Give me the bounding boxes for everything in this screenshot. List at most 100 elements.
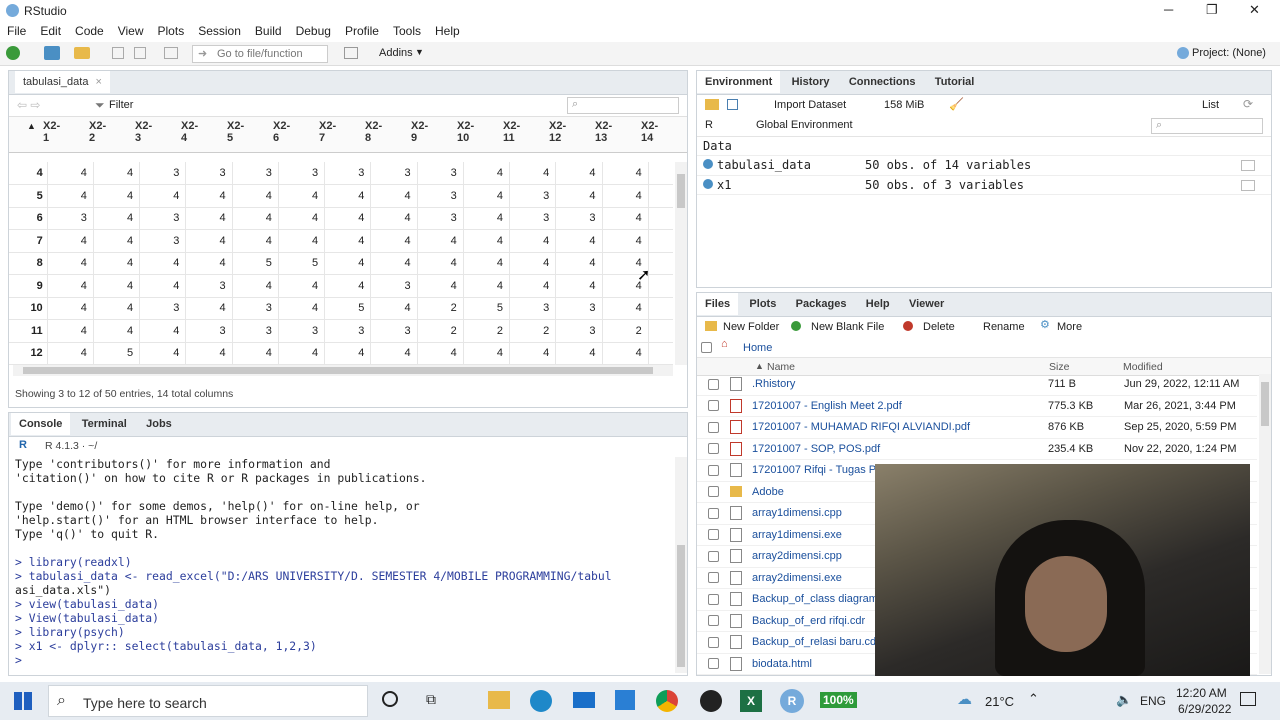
file-checkbox[interactable] bbox=[708, 593, 719, 605]
file-name[interactable]: 17201007 - SOP, POS.pdf bbox=[752, 443, 1048, 455]
table-cell[interactable]: 2 bbox=[602, 319, 649, 343]
table-cell[interactable]: 2 bbox=[463, 319, 511, 343]
table-cell[interactable]: 4 bbox=[139, 274, 187, 298]
menu-view[interactable]: View bbox=[111, 22, 151, 40]
table-cell[interactable]: 4 bbox=[648, 229, 673, 253]
battery-indicator[interactable]: 100% bbox=[820, 692, 857, 708]
table-cell[interactable]: 2 bbox=[509, 319, 557, 343]
table-cell[interactable]: 4 bbox=[93, 229, 141, 253]
file-checkbox[interactable] bbox=[708, 486, 719, 498]
table-cell[interactable]: 4 bbox=[278, 342, 326, 365]
file-checkbox[interactable] bbox=[708, 421, 719, 433]
table-cell[interactable]: 4 bbox=[555, 229, 603, 253]
table-cell[interactable]: 3 bbox=[139, 162, 187, 185]
table-cell[interactable]: 4 bbox=[185, 342, 233, 365]
table-cell[interactable]: 4 bbox=[232, 229, 279, 253]
table-cell[interactable]: 4 bbox=[278, 229, 326, 253]
filter-icon[interactable]: ⏷ bbox=[95, 98, 105, 113]
table-cell[interactable]: 3 bbox=[278, 319, 326, 343]
column-header[interactable]: X2- 6 bbox=[273, 120, 319, 144]
chevron-up-icon[interactable]: ⌃ bbox=[1028, 691, 1039, 707]
table-cell[interactable]: 3 bbox=[232, 297, 279, 320]
table-cell[interactable]: 3 bbox=[370, 274, 418, 298]
scrollbar-thumb[interactable] bbox=[1261, 382, 1269, 426]
table-cell[interactable]: 4 bbox=[232, 342, 279, 365]
table-cell[interactable]: 4 bbox=[47, 184, 94, 208]
table-cell[interactable]: 4 bbox=[370, 184, 418, 208]
table-view-icon[interactable] bbox=[1241, 160, 1255, 171]
table-view-icon[interactable] bbox=[1241, 180, 1255, 191]
table-cell[interactable]: 3 bbox=[555, 297, 603, 320]
table-cell[interactable]: 4 bbox=[93, 162, 141, 185]
tab-viewer[interactable]: Viewer bbox=[901, 293, 952, 315]
mail-icon[interactable] bbox=[573, 692, 595, 708]
notifications-icon[interactable] bbox=[1240, 692, 1256, 706]
table-cell[interactable]: 4 bbox=[555, 252, 603, 275]
new-blank-file-button[interactable]: New Blank File bbox=[811, 321, 884, 333]
table-cell[interactable]: 4 bbox=[370, 342, 418, 365]
table-cell[interactable]: 3 bbox=[648, 297, 673, 320]
file-checkbox[interactable] bbox=[708, 443, 719, 455]
table-cell[interactable]: 4 bbox=[463, 342, 511, 365]
weather-temperature[interactable]: 21°C bbox=[985, 694, 1014, 709]
table-cell[interactable]: 3 bbox=[139, 297, 187, 320]
table-cell[interactable]: 4 bbox=[139, 184, 187, 208]
table-cell[interactable]: 3 bbox=[417, 162, 464, 185]
file-checkbox[interactable] bbox=[708, 636, 719, 648]
table-cell[interactable]: 4 bbox=[185, 297, 233, 320]
table-cell[interactable]: 3 bbox=[509, 207, 557, 230]
expand-icon[interactable] bbox=[703, 179, 713, 189]
column-header[interactable]: X2- 9 bbox=[411, 120, 457, 144]
table-cell[interactable]: 3 bbox=[555, 319, 603, 343]
language-indicator[interactable]: ENG bbox=[1140, 694, 1166, 708]
rstudio-taskbar-icon[interactable]: R bbox=[780, 689, 804, 713]
table-cell[interactable]: 4 bbox=[93, 184, 141, 208]
table-cell[interactable]: 4 bbox=[185, 207, 233, 230]
table-cell[interactable]: 3 bbox=[417, 207, 464, 230]
minimize-button[interactable]: ─ bbox=[1164, 2, 1173, 17]
refresh-icon[interactable]: ⟳ bbox=[1243, 97, 1253, 111]
cortana-icon[interactable] bbox=[382, 691, 398, 707]
excel-icon[interactable]: X bbox=[740, 690, 762, 712]
console-scrollbar[interactable] bbox=[675, 457, 687, 673]
table-cell[interactable]: 4 bbox=[324, 274, 372, 298]
table-cell[interactable]: 4 bbox=[602, 184, 649, 208]
table-cell[interactable]: 4 bbox=[324, 252, 372, 275]
save-icon[interactable] bbox=[112, 47, 124, 59]
table-cell[interactable]: 2 bbox=[417, 319, 464, 343]
scope-select[interactable]: Global Environment bbox=[756, 119, 853, 131]
table-cell[interactable]: 3 bbox=[648, 319, 673, 343]
select-all-checkbox[interactable] bbox=[701, 342, 712, 353]
clock-date[interactable]: 6/29/2022 bbox=[1178, 702, 1231, 716]
table-cell[interactable]: 3 bbox=[139, 229, 187, 253]
table-cell[interactable]: 3 bbox=[324, 319, 372, 343]
table-cell[interactable]: 3 bbox=[370, 162, 418, 185]
table-cell[interactable]: 4 bbox=[93, 319, 141, 343]
table-cell[interactable]: 4 bbox=[93, 252, 141, 275]
table-cell[interactable]: 5 bbox=[278, 252, 326, 275]
table-cell[interactable]: 4 bbox=[417, 229, 464, 253]
volume-icon[interactable]: 🔈 bbox=[1116, 692, 1132, 708]
table-cell[interactable]: 4 bbox=[509, 252, 557, 275]
table-cell[interactable]: 4 bbox=[463, 162, 511, 185]
grid-layout-icon[interactable] bbox=[344, 47, 358, 59]
file-checkbox[interactable] bbox=[708, 550, 719, 562]
table-cell[interactable]: 3 bbox=[324, 162, 372, 185]
table-cell[interactable]: 4 bbox=[232, 207, 279, 230]
column-header[interactable]: X2- 4 bbox=[181, 120, 227, 144]
store-icon[interactable] bbox=[615, 690, 635, 710]
column-header[interactable]: X2- 10 bbox=[457, 120, 503, 144]
table-cell[interactable]: 3 bbox=[370, 319, 418, 343]
table-cell[interactable]: 3 bbox=[278, 162, 326, 185]
table-cell[interactable]: 4 bbox=[278, 207, 326, 230]
table-cell[interactable]: 4 bbox=[417, 252, 464, 275]
rename-button[interactable]: Rename bbox=[983, 321, 1025, 333]
table-cell[interactable]: 4 bbox=[370, 229, 418, 253]
table-cell[interactable]: 4 bbox=[232, 274, 279, 298]
column-header[interactable]: X2- 8 bbox=[365, 120, 411, 144]
table-cell[interactable]: 3 bbox=[648, 184, 673, 208]
column-header[interactable]: X2- 12 bbox=[549, 120, 595, 144]
table-cell[interactable]: 4 bbox=[509, 342, 557, 365]
load-workspace-icon[interactable] bbox=[705, 99, 719, 110]
console-output[interactable]: Type 'contributors()' for more informati… bbox=[15, 457, 671, 673]
